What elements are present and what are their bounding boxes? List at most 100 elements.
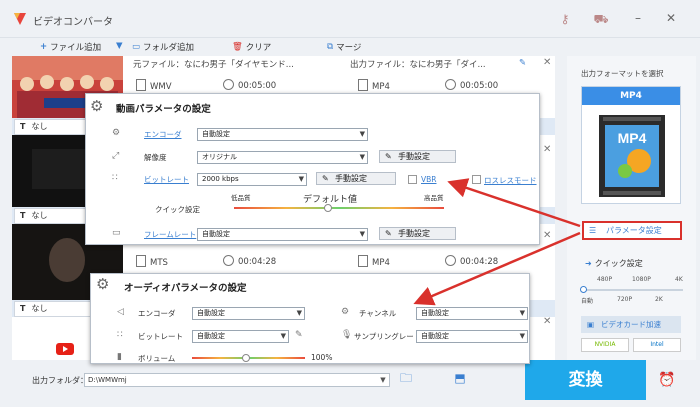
- pencil-icon: ✎: [385, 152, 392, 161]
- gpu-acceleration-label: ビデオカード加速: [601, 320, 661, 329]
- framerate-value: 自動設定: [202, 230, 230, 238]
- audio-encoder-select[interactable]: 自動設定 ▼: [192, 307, 305, 320]
- add-folder-button[interactable]: ▭ フォルダ追加: [132, 41, 194, 53]
- remove-file-icon[interactable]: ✕: [543, 57, 551, 68]
- framerate-label[interactable]: フレームレート: [144, 229, 196, 240]
- resolution-manual-button[interactable]: ✎ 手動設定: [379, 150, 456, 163]
- edit-name-icon[interactable]: ✎: [519, 58, 526, 68]
- quick-setting-slider[interactable]: [583, 289, 683, 291]
- vbr-label[interactable]: VBR: [421, 175, 437, 184]
- remove-file-icon[interactable]: ✕: [543, 230, 551, 241]
- merge-label: マージ: [336, 43, 362, 53]
- remove-file-icon[interactable]: ✕: [543, 316, 551, 327]
- encoder-icon: ⚙: [112, 128, 121, 138]
- merge-button[interactable]: ⧉ マージ: [327, 41, 361, 53]
- audio-encoder-label: エンコーダ: [138, 309, 176, 318]
- output-format-2: MP4: [358, 255, 390, 268]
- bitrate-select[interactable]: 2000 kbps ▼: [197, 173, 307, 186]
- quality-slider[interactable]: [234, 207, 444, 209]
- nvidia-badge: NVIDIA: [581, 338, 629, 352]
- dropdown-arrow-icon: ▼: [280, 332, 286, 340]
- add-folder-label: フォルダ追加: [143, 43, 195, 53]
- tick-4k: 4K: [675, 276, 683, 283]
- pencil-icon: ✎: [322, 174, 329, 183]
- tick-1080p: 1080P: [632, 276, 651, 283]
- clear-label: クリア: [245, 43, 272, 53]
- audio-bitrate-label: ビットレート: [138, 332, 183, 341]
- video-encoder-label[interactable]: エンコーダ: [144, 129, 182, 140]
- remove-file-icon[interactable]: ✕: [543, 144, 551, 155]
- channel-label: チャンネル: [359, 309, 397, 318]
- clock-icon: [223, 79, 234, 90]
- output-duration-value: 00:04:28: [460, 257, 499, 267]
- resolution-select[interactable]: オリジナル ▼: [197, 151, 368, 164]
- quality-slider-knob[interactable]: [324, 204, 332, 212]
- alarm-clock-icon[interactable]: ⏰: [657, 370, 677, 390]
- volume-slider-knob[interactable]: [242, 354, 250, 362]
- default-value-label: デフォルト値: [303, 195, 358, 205]
- quick-setting-text: クイック設定: [594, 259, 643, 268]
- dropdown-arrow-icon: ▼: [359, 153, 365, 161]
- format-selector[interactable]: MP4 MP4: [581, 86, 681, 204]
- vbr-checkbox[interactable]: [408, 175, 417, 184]
- mp4-badge-text: MP4: [618, 130, 647, 146]
- convert-button[interactable]: 変換: [525, 360, 646, 400]
- add-file-dropdown[interactable]: ▼: [116, 41, 123, 51]
- framerate-select[interactable]: 自動設定 ▼: [197, 228, 368, 241]
- audio-dialog-title: オーディオパラメータの設定: [124, 283, 247, 294]
- samplerate-value: 自動設定: [421, 332, 449, 340]
- gpu-acceleration-button[interactable]: ▣ ビデオカード加速: [581, 316, 681, 333]
- key-icon[interactable]: ⚷: [557, 11, 573, 27]
- merge-icon: ⧉: [327, 42, 334, 52]
- close-window-button[interactable]: ✕: [663, 10, 679, 26]
- video-parameter-dialog: ⚙ 動画パラメータの設定 ⚙ エンコーダ 自動設定 ▼ ⤢ 解像度 オリジナル ▼ …: [85, 93, 540, 245]
- resolution-icon: ⤢: [112, 151, 120, 161]
- clear-button[interactable]: 🗑 クリア: [232, 41, 271, 53]
- bitrate-manual-button[interactable]: ✎ 手動設定: [316, 172, 396, 185]
- parameter-settings-button[interactable]: ☰ パラメータ設定: [582, 221, 682, 240]
- audio-parameter-dialog: ⚙ オーディオパラメータの設定 ◁ エンコーダ 自動設定 ▼ ⚙ チャンネル 自動…: [90, 273, 530, 364]
- video-settings-icon: ⚙: [90, 97, 104, 115]
- arrow-right-icon: ➜: [585, 259, 592, 268]
- dropdown-arrow-icon: ▼: [359, 230, 365, 238]
- open-folder-icon[interactable]: 🗀: [398, 371, 414, 385]
- quick-setting-label: ➜ クイック設定: [585, 258, 643, 269]
- video-quick-label: クイック設定: [155, 205, 200, 214]
- manual-label: 手動設定: [335, 174, 367, 183]
- source-duration-value: 00:04:28: [238, 257, 277, 267]
- framerate-manual-button[interactable]: ✎ 手動設定: [379, 227, 456, 240]
- high-quality-label: 高品質: [424, 194, 444, 202]
- output-file-name: 出力ファイル：なにわ男子「ダイ...: [350, 60, 486, 70]
- lossless-checkbox[interactable]: [472, 175, 481, 184]
- audio-bitrate-edit-icon[interactable]: ✎: [295, 330, 303, 340]
- samplerate-label: サンプリングレート: [354, 332, 422, 341]
- samplerate-select[interactable]: 自動設定 ▼: [416, 330, 528, 343]
- audio-bitrate-select[interactable]: 自動設定 ▼: [192, 330, 289, 343]
- volume-label: ボリューム: [138, 354, 176, 363]
- audio-encoder-value: 自動設定: [197, 309, 225, 317]
- file-icon: [136, 79, 146, 91]
- toolbar: + ファイル追加 ▼ ▭ フォルダ追加 🗑 クリア ⧉ マージ: [12, 38, 555, 56]
- bitrate-label[interactable]: ビットレート: [144, 174, 189, 185]
- plus-icon: +: [40, 42, 48, 52]
- cart-icon[interactable]: ⛟: [593, 11, 609, 27]
- folder-dropdown-icon[interactable]: ▼: [377, 374, 389, 386]
- add-file-button[interactable]: + ファイル追加: [40, 41, 101, 53]
- minimize-button[interactable]: –: [630, 10, 646, 26]
- output-format-value: MP4: [372, 258, 390, 268]
- quick-setting-knob[interactable]: [580, 286, 587, 293]
- selected-format-label: MP4: [582, 87, 680, 105]
- browse-folder-icon[interactable]: ⬒: [452, 371, 468, 385]
- parameter-settings-label: パラメータ設定: [606, 226, 662, 235]
- output-folder-label: 出力フォルダ：: [32, 376, 88, 385]
- output-duration: 00:05:00: [445, 79, 498, 91]
- video-dialog-title: 動画パラメータの設定: [116, 104, 211, 115]
- lossless-label[interactable]: ロスレスモード: [484, 175, 537, 186]
- output-format-value: MP4: [372, 82, 390, 92]
- channel-select[interactable]: 自動設定 ▼: [416, 307, 528, 320]
- dropdown-arrow-icon: ▼: [298, 175, 304, 183]
- tick-480p: 480P: [597, 276, 613, 283]
- mp4-format-icon: MP4: [599, 115, 665, 197]
- video-encoder-select[interactable]: 自動設定 ▼: [197, 128, 368, 141]
- output-folder-field[interactable]: D:\WMWmj ▼: [84, 373, 390, 387]
